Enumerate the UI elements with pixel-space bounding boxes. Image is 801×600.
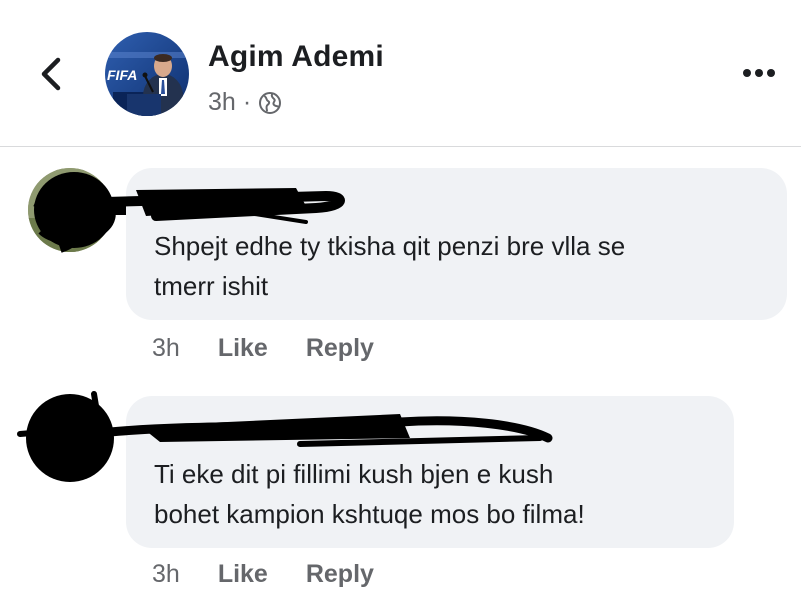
- comment-text: Ti eke dit pi fillimi kush bjen e kush b…: [154, 454, 585, 534]
- commenter-avatar[interactable]: [28, 396, 112, 480]
- post-header: FIFA Agim Ademi 3h ·: [0, 0, 801, 147]
- like-button[interactable]: Like: [218, 334, 268, 363]
- avatar-logo-text: FIFA: [107, 67, 138, 83]
- post-time[interactable]: 3h: [208, 88, 236, 117]
- comment-actions: 3h Like Reply: [152, 560, 412, 589]
- back-button[interactable]: [34, 54, 68, 94]
- more-dot: [755, 69, 763, 77]
- comment-text-line: bohet kampion kshtuqe mos bo filma!: [154, 499, 585, 529]
- reply-button[interactable]: Reply: [306, 560, 374, 589]
- more-options-button[interactable]: [737, 58, 781, 88]
- comment-time[interactable]: 3h: [152, 334, 180, 363]
- comment-bubble: Shpejt edhe ty tkisha qit penzi bre vlla…: [126, 168, 787, 320]
- comment-actions: 3h Like Reply: [152, 334, 412, 363]
- comment-text-line: Shpejt edhe ty tkisha qit penzi bre vlla…: [154, 231, 626, 261]
- author-avatar[interactable]: FIFA: [105, 32, 189, 116]
- author-name[interactable]: Agim Ademi: [208, 40, 384, 74]
- comment-text: Shpejt edhe ty tkisha qit penzi bre vlla…: [154, 226, 625, 306]
- more-dot: [767, 69, 775, 77]
- commenter-avatar[interactable]: [28, 168, 112, 252]
- comment-text-line: tmerr ishit: [154, 271, 269, 301]
- comment-time[interactable]: 3h: [152, 560, 180, 589]
- meta-separator: ·: [242, 88, 252, 116]
- more-dot: [743, 69, 751, 77]
- post-meta: 3h ·: [208, 88, 282, 117]
- chevron-left-icon: [41, 57, 61, 91]
- globe-icon: [259, 91, 282, 114]
- comment-bubble: Ti eke dit pi fillimi kush bjen e kush b…: [126, 396, 734, 548]
- reply-button[interactable]: Reply: [306, 334, 374, 363]
- comment-text-line: Ti eke dit pi fillimi kush bjen e kush: [154, 459, 554, 489]
- like-button[interactable]: Like: [218, 560, 268, 589]
